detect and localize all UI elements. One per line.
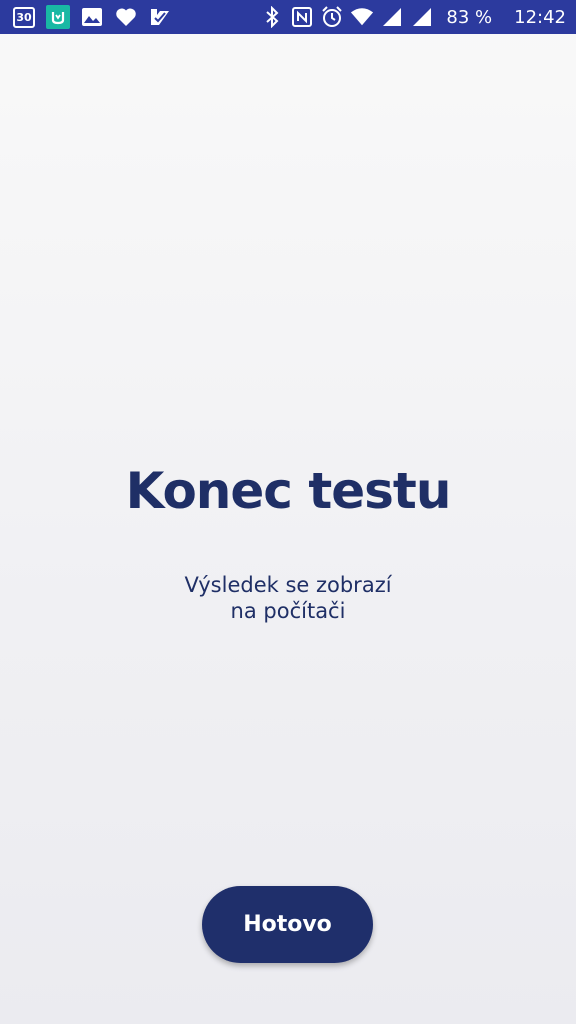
- nfc-icon: [290, 5, 314, 29]
- signal-icon: [380, 5, 404, 29]
- result-message-line-1: Výsledek se zobrazí: [184, 573, 392, 597]
- result-message-line-2: na počítači: [230, 599, 346, 623]
- signal-icon-2: [410, 5, 434, 29]
- calendar-day: 30: [13, 6, 35, 28]
- alarm-icon: [320, 5, 344, 29]
- calendar-icon: 30: [12, 5, 36, 29]
- heart-icon: [114, 5, 138, 29]
- system-icons: 83 % 12:42: [260, 5, 566, 29]
- checkmark-app-icon: [148, 5, 172, 29]
- page-title: Konec testu: [125, 462, 452, 520]
- done-button[interactable]: Hotovo: [202, 886, 373, 963]
- battery-percentage: 83 %: [446, 6, 493, 28]
- mi-fit-icon: [46, 5, 70, 29]
- bluetooth-icon: [260, 5, 284, 29]
- wifi-icon: [350, 5, 374, 29]
- clock: 12:42: [514, 6, 566, 28]
- gallery-icon: [80, 5, 104, 29]
- result-message: Výsledek se zobrazí na počítači: [0, 572, 576, 624]
- notification-icons: 30: [12, 5, 172, 29]
- status-bar: 30 83 % 12:42: [0, 0, 576, 34]
